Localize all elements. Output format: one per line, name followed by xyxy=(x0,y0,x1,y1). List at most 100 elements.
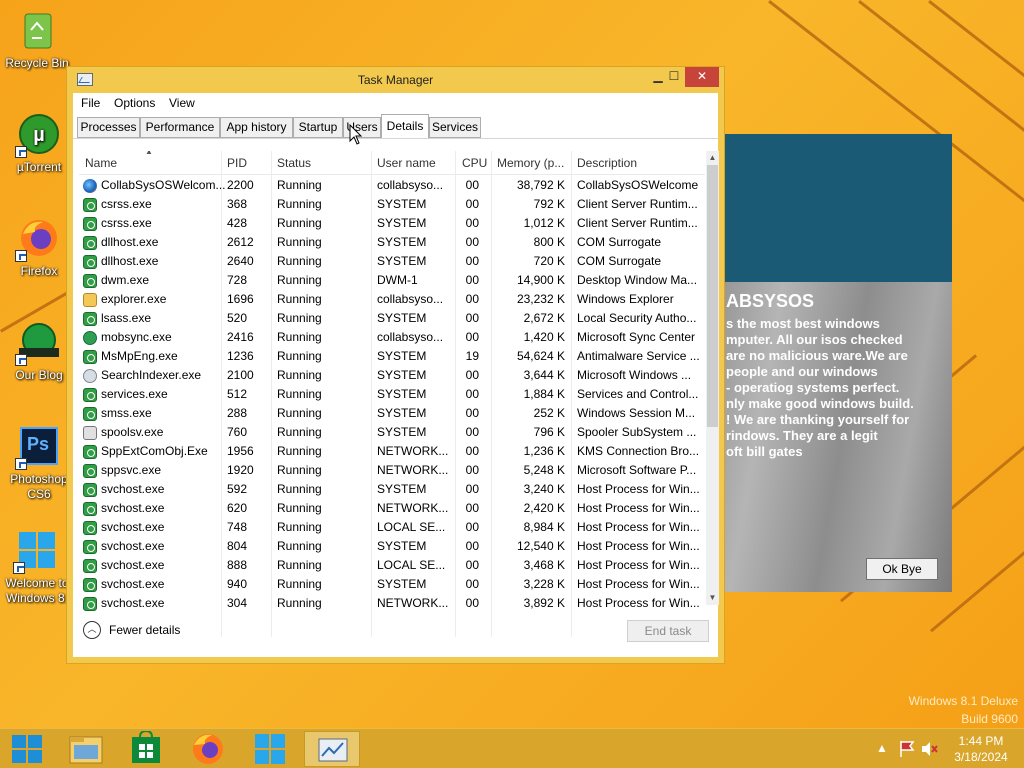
scroll-down-arrow-icon[interactable]: ▼ xyxy=(706,591,719,605)
tab-processes[interactable]: Processes xyxy=(77,117,140,138)
process-name: svchost.exe xyxy=(101,501,165,515)
process-description: Host Process for Win... xyxy=(577,558,699,572)
table-row[interactable]: svchost.exe 592 Running SYSTEM 00 3,240 K Host… xyxy=(79,480,705,499)
desktop-icon-photoshop[interactable]: Ps Photoshop CS6 xyxy=(6,424,72,502)
welcome-app-button[interactable] xyxy=(242,731,298,767)
process-status: Running xyxy=(277,444,322,458)
process-memory: 2,672 K xyxy=(523,311,565,325)
process-memory: 800 K xyxy=(533,235,565,249)
process-name: dllhost.exe xyxy=(101,235,159,249)
table-row[interactable]: svchost.exe 940 Running SYSTEM 00 3,228 K Host… xyxy=(79,575,705,594)
column-header-cpu[interactable]: CPU xyxy=(462,156,487,170)
process-pid: 2640 xyxy=(227,254,254,268)
tab-startup[interactable]: Startup xyxy=(293,117,343,138)
process-status: Running xyxy=(277,463,322,477)
taskbar-clock[interactable]: 1:44 PM 3/18/2024 xyxy=(944,733,1018,765)
menu-options[interactable]: Options xyxy=(114,96,155,110)
process-status: Running xyxy=(277,387,322,401)
show-hidden-icons-chevron-icon[interactable]: ▲ xyxy=(876,741,888,768)
process-cpu: 00 xyxy=(465,520,479,534)
table-row[interactable]: svchost.exe 888 Running LOCAL SE... 00 3,468 … xyxy=(79,556,705,575)
table-row[interactable]: MsMpEng.exe 1236 Running SYSTEM 19 54,624 K An… xyxy=(79,347,705,366)
table-row[interactable]: lsass.exe 520 Running SYSTEM 00 2,672 K Local … xyxy=(79,309,705,328)
column-header-pid[interactable]: PID xyxy=(227,156,247,170)
desktop-icon-welcome[interactable]: Welcome to Windows 8. xyxy=(4,528,70,606)
table-row[interactable]: dwm.exe 728 Running DWM-1 00 14,900 K Desktop … xyxy=(79,271,705,290)
table-row[interactable]: csrss.exe 428 Running SYSTEM 00 1,012 K Client… xyxy=(79,214,705,233)
action-center-flag-icon[interactable] xyxy=(898,739,916,759)
process-description: CollabSysOSWelcome xyxy=(577,178,699,192)
process-memory: 3,240 K xyxy=(523,482,565,496)
process-name: explorer.exe xyxy=(101,292,167,306)
table-row[interactable]: dllhost.exe 2612 Running SYSTEM 00 800 K COM S… xyxy=(79,233,705,252)
process-pid: 2416 xyxy=(227,330,254,344)
vertical-scrollbar[interactable]: ▲ ▼ xyxy=(706,151,719,605)
file-explorer-button[interactable] xyxy=(58,731,114,767)
table-row[interactable]: csrss.exe 368 Running SYSTEM 00 792 K Client S… xyxy=(79,195,705,214)
column-header-memory[interactable]: Memory (p... xyxy=(497,156,564,170)
desktop-icon-our-blog[interactable]: Our Blog xyxy=(6,320,72,383)
column-header-description[interactable]: Description xyxy=(577,156,637,170)
table-row[interactable]: smss.exe 288 Running SYSTEM 00 252 K Windows S… xyxy=(79,404,705,423)
table-row[interactable]: dllhost.exe 2640 Running SYSTEM 00 720 K COM S… xyxy=(79,252,705,271)
store-button[interactable] xyxy=(118,729,174,767)
table-row[interactable]: services.exe 512 Running SYSTEM 00 1,884 K Ser… xyxy=(79,385,705,404)
table-row[interactable]: svchost.exe 748 Running LOCAL SE... 00 8,984 … xyxy=(79,518,705,537)
process-icon xyxy=(83,198,97,212)
fewer-details-link[interactable]: Fewer details xyxy=(109,623,180,637)
table-row[interactable]: explorer.exe 1696 Running collabsyso... 00 23… xyxy=(79,290,705,309)
desktop-icon-firefox[interactable]: Firefox xyxy=(6,216,72,279)
process-icon xyxy=(83,388,97,402)
tab-services[interactable]: Services xyxy=(429,117,481,138)
tab-details[interactable]: Details xyxy=(381,114,429,139)
shortcut-arrow-icon xyxy=(15,250,27,262)
welcome-panel: ABSYSOS s the most best windows mputer. … xyxy=(690,134,952,592)
shortcut-arrow-icon xyxy=(15,354,27,366)
desktop-icon-label: Our Blog xyxy=(15,368,63,382)
table-row[interactable]: spoolsv.exe 760 Running SYSTEM 00 796 K Spoole… xyxy=(79,423,705,442)
maximize-button[interactable]: ☐ xyxy=(663,67,685,87)
windows-logo-icon xyxy=(12,735,42,763)
start-button[interactable] xyxy=(0,731,56,767)
close-button[interactable]: ✕ xyxy=(685,67,719,87)
process-pid: 620 xyxy=(227,501,248,515)
menu-file[interactable]: File xyxy=(81,96,100,110)
tab-app-history[interactable]: App history xyxy=(220,117,293,138)
table-row[interactable]: SppExtComObj.Exe 1956 Running NETWORK... 00 1… xyxy=(79,442,705,461)
table-row[interactable]: svchost.exe 304 Running NETWORK... 00 3,892 K… xyxy=(79,594,705,613)
column-header-status[interactable]: Status xyxy=(277,156,311,170)
column-header-user-name[interactable]: User name xyxy=(377,156,436,170)
table-row[interactable]: svchost.exe 804 Running SYSTEM 00 12,540 K Hos… xyxy=(79,537,705,556)
process-cpu: 00 xyxy=(465,596,479,610)
volume-muted-icon[interactable] xyxy=(920,739,938,759)
scroll-up-arrow-icon[interactable]: ▲ xyxy=(706,151,719,165)
tab-performance[interactable]: Performance xyxy=(140,117,220,138)
task-manager-content: File Options View Processes Performance … xyxy=(73,93,719,657)
process-name: svchost.exe xyxy=(101,558,165,572)
scrollbar-thumb[interactable] xyxy=(707,165,718,427)
process-status: Running xyxy=(277,406,322,420)
chevron-up-icon[interactable]: ︿ xyxy=(83,621,101,639)
process-description: KMS Connection Bro... xyxy=(577,444,699,458)
table-row[interactable]: svchost.exe 620 Running NETWORK... 00 2,420 K… xyxy=(79,499,705,518)
process-memory: 8,984 K xyxy=(523,520,565,534)
table-row[interactable]: CollabSysOSWelcom... 2200 Running collabsys… xyxy=(79,176,705,195)
process-icon xyxy=(83,540,97,554)
end-task-button[interactable]: End task xyxy=(627,620,709,642)
menu-view[interactable]: View xyxy=(169,96,195,110)
task-manager-button[interactable] xyxy=(304,731,360,767)
process-description: Host Process for Win... xyxy=(577,482,699,496)
desktop-icon-recycle-bin[interactable]: Recycle Bin xyxy=(4,8,70,71)
table-row[interactable]: SearchIndexer.exe 2100 Running SYSTEM 00 3,64… xyxy=(79,366,705,385)
table-row[interactable]: mobsync.exe 2416 Running collabsyso... 00 1,4… xyxy=(79,328,705,347)
title-bar[interactable]: Task Manager ▁ ☐ ✕ xyxy=(67,67,724,93)
process-memory: 796 K xyxy=(533,425,565,439)
process-icon xyxy=(83,179,97,193)
process-memory: 252 K xyxy=(533,406,565,420)
ok-bye-button[interactable]: Ok Bye xyxy=(866,558,938,580)
column-header-name[interactable]: Name xyxy=(85,156,117,170)
desktop-icon-utorrent[interactable]: µ µTorrent xyxy=(6,112,72,175)
firefox-button[interactable] xyxy=(180,731,236,767)
svg-text:µ: µ xyxy=(33,124,45,146)
table-row[interactable]: sppsvc.exe 1920 Running NETWORK... 00 5,248 K… xyxy=(79,461,705,480)
